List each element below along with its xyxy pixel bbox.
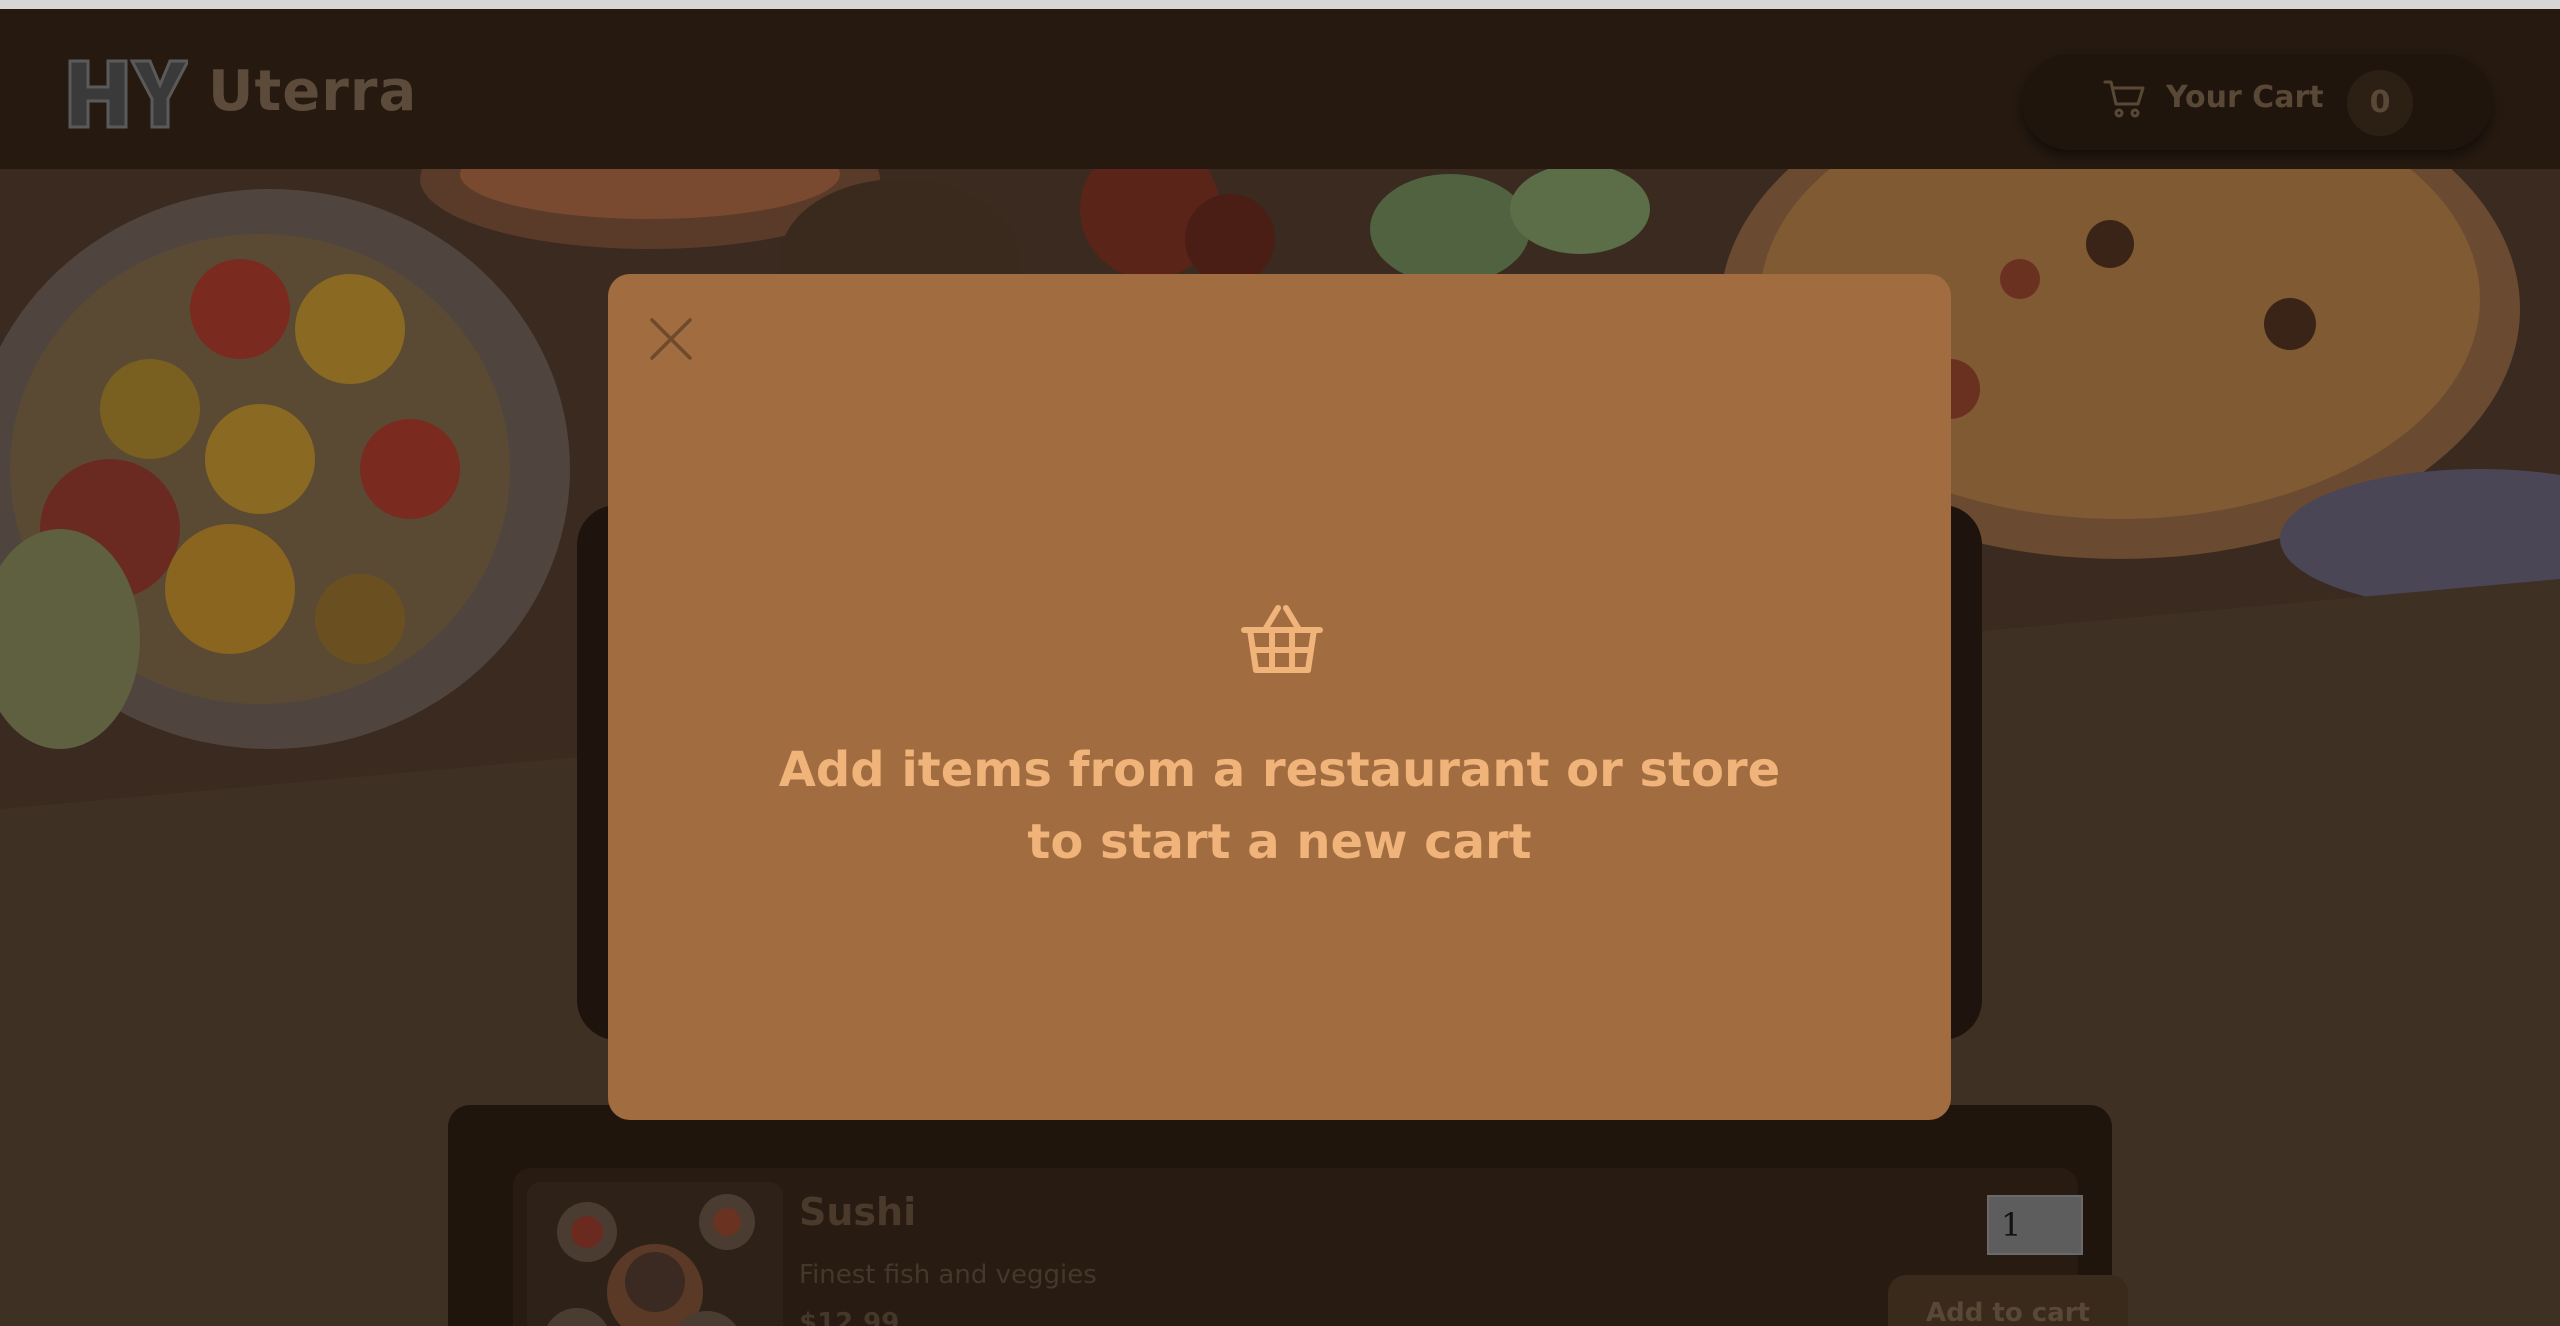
- basket-icon: [1241, 605, 1323, 673]
- empty-cart-modal: Add items from a restaurant or store to …: [608, 274, 1951, 1120]
- quantity-input[interactable]: 1: [1987, 1195, 2083, 1255]
- menu-section: Sushi Finest fish and veggies $12.99 1 A…: [448, 1105, 2128, 1326]
- empty-cart-message: Add items from a restaurant or store to …: [778, 742, 1781, 870]
- menu-item-description: Finest fish and veggies: [799, 1260, 1097, 1290]
- close-icon[interactable]: [646, 314, 696, 364]
- menu-item-card: Sushi Finest fish and veggies $12.99 1 A…: [513, 1168, 2128, 1326]
- shopping-cart-icon: [2103, 80, 2145, 118]
- logo-icon[interactable]: [66, 57, 188, 131]
- menu-item-name: Sushi: [799, 1190, 917, 1234]
- cart-count-badge: 0: [2347, 70, 2413, 136]
- cart-button[interactable]: Your Cart 0: [2022, 54, 2492, 150]
- menu-item-price: $12.99: [799, 1308, 900, 1326]
- site-header: Uterra Your Cart 0: [0, 9, 2560, 169]
- cart-label: Your Cart: [2166, 80, 2324, 115]
- add-to-cart-button[interactable]: Add to cart: [1888, 1275, 2128, 1326]
- browser-top-line: [0, 0, 2560, 9]
- brand-name[interactable]: Uterra: [208, 59, 417, 124]
- sushi-image: [527, 1182, 783, 1326]
